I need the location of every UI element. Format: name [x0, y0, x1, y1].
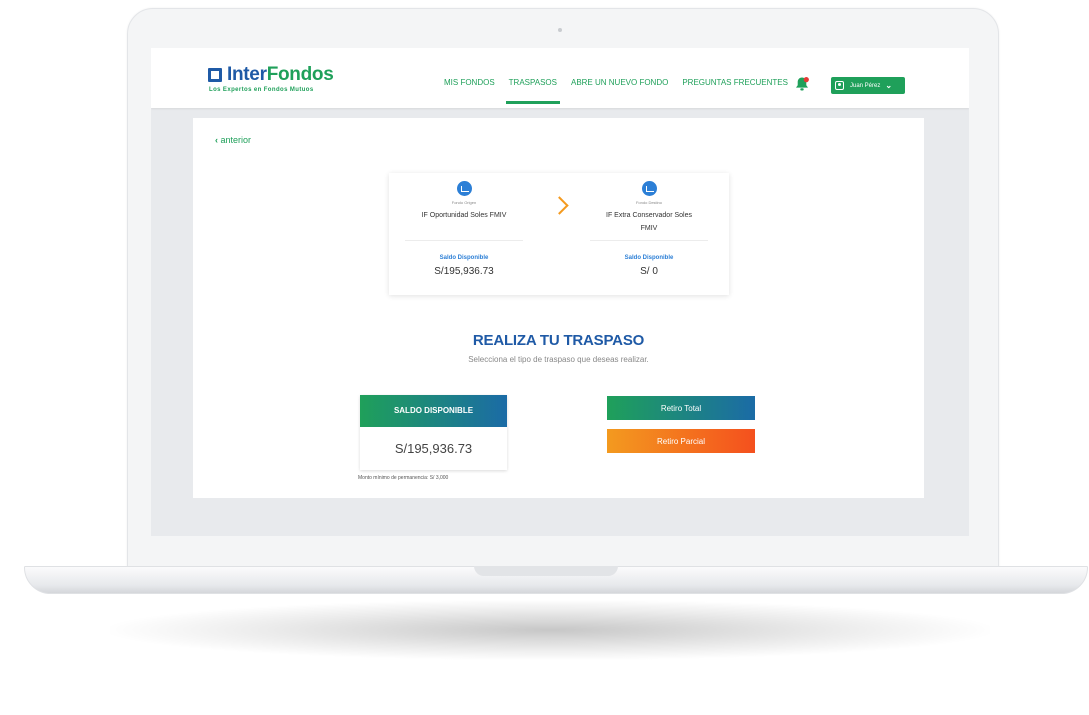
user-name: Juan Pérez — [850, 82, 881, 89]
dest-saldo-label: Saldo Disponible — [624, 255, 674, 261]
main-nav: MIS FONDOS TRASPASOS ABRE UN NUEVO FONDO PR… — [437, 78, 795, 104]
dest-saldo-value: S/ 0 — [640, 266, 658, 277]
page-title: REALIZA TU TRASPASO — [472, 332, 645, 349]
laptop-screen: InterFondos Los Expertos en Fondos Mutuo… — [151, 48, 969, 536]
nav-item-abre-un-nuevo-fondo[interactable]: ABRE UN NUEVO FONDO — [564, 78, 675, 90]
saldo-box-header: SALDO DISPONIBLE — [360, 395, 507, 427]
laptop-base-shadow — [110, 600, 990, 660]
origin-fund-caption: Fondo Origen — [451, 200, 477, 205]
minimum-balance-note: Monto mínimo de permanencia: S/ 3,000 — [358, 475, 449, 481]
retiro-parcial-button[interactable]: Retiro Parcial — [607, 429, 755, 453]
nav-item-traspasos[interactable]: TRASPASOS — [502, 78, 564, 104]
app-header: InterFondos Los Expertos en Fondos Mutuo… — [151, 48, 969, 108]
page-subtitle: Selecciona el tipo de traspaso que desea… — [468, 355, 649, 364]
chevron-down-icon: ⌄ — [885, 81, 893, 90]
back-link[interactable]: ‹ anterior — [215, 135, 251, 145]
nav-item-preguntas-frecuentes[interactable]: PREGUNTAS FRECUENTES — [675, 78, 795, 90]
divider — [590, 240, 708, 241]
logo-wordmark: InterFondos — [227, 64, 334, 85]
chart-icon — [642, 181, 657, 196]
nav-item-mis-fondos[interactable]: MIS FONDOS — [437, 78, 502, 90]
notification-bell-icon[interactable] — [794, 76, 810, 92]
retiro-total-button[interactable]: Retiro Total — [607, 396, 755, 420]
chart-icon — [457, 181, 472, 196]
user-menu-button[interactable]: Juan Pérez ⌄ — [831, 77, 905, 94]
destination-fund: Fondo Destino IF Extra Conservador Soles… — [584, 173, 714, 295]
funds-summary-card: Fondo Origen IF Oportunidad Soles FMIV S… — [389, 173, 729, 295]
origin-saldo-value: S/195,936.73 — [434, 266, 494, 277]
user-icon — [835, 81, 844, 90]
laptop-camera — [558, 28, 562, 32]
back-label: anterior — [220, 135, 252, 145]
origin-fund-name: IF Oportunidad Soles FMIV — [421, 212, 507, 219]
origin-fund: Fondo Origen IF Oportunidad Soles FMIV S… — [399, 173, 529, 295]
content-panel: ‹ anterior Fondo Origen IF Oportunidad S… — [193, 118, 924, 498]
dest-fund-caption: Fondo Destino — [635, 200, 662, 205]
chevron-right-icon — [550, 196, 569, 215]
saldo-disponible-box: SALDO DISPONIBLE S/195,936.73 — [360, 395, 507, 470]
divider — [405, 240, 523, 241]
logo-square-icon — [208, 68, 222, 82]
saldo-box-value: S/195,936.73 — [394, 441, 473, 456]
logo-tagline: Los Expertos en Fondos Mutuos — [209, 87, 314, 93]
laptop-base-notch — [474, 566, 618, 576]
chevron-left-icon: ‹ — [215, 135, 218, 145]
dest-fund-name: IF Extra Conservador Soles FMIV — [606, 212, 692, 232]
origin-saldo-label: Saldo Disponible — [439, 255, 489, 261]
